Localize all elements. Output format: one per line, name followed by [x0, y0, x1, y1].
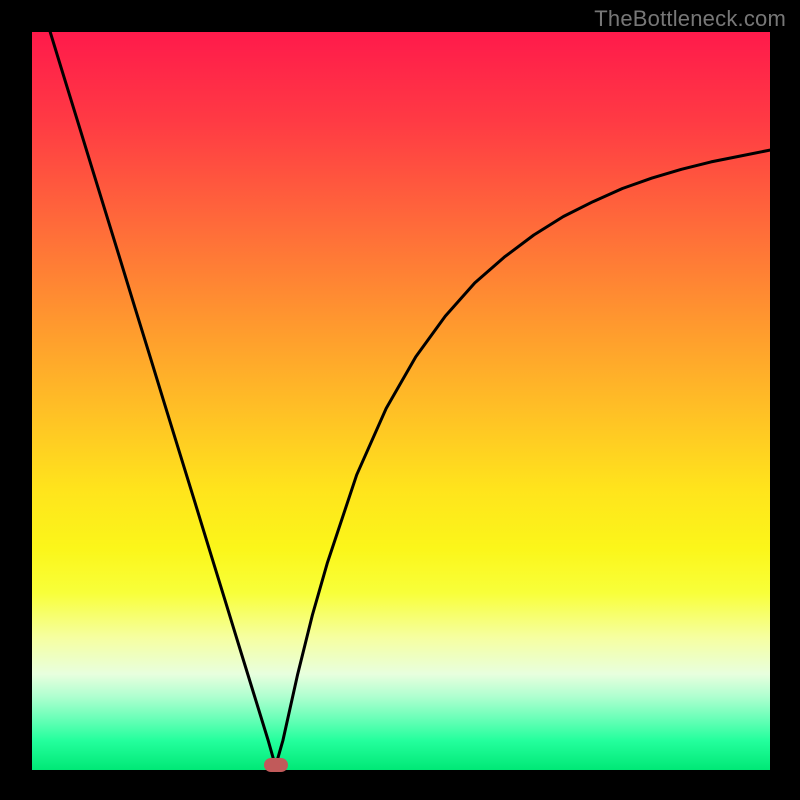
- chart-container: TheBottleneck.com: [0, 0, 800, 800]
- watermark-text: TheBottleneck.com: [594, 6, 786, 32]
- curve-svg: [32, 32, 770, 770]
- plot-area: [32, 32, 770, 770]
- bottleneck-curve-path: [32, 32, 770, 766]
- optimal-marker: [264, 758, 288, 772]
